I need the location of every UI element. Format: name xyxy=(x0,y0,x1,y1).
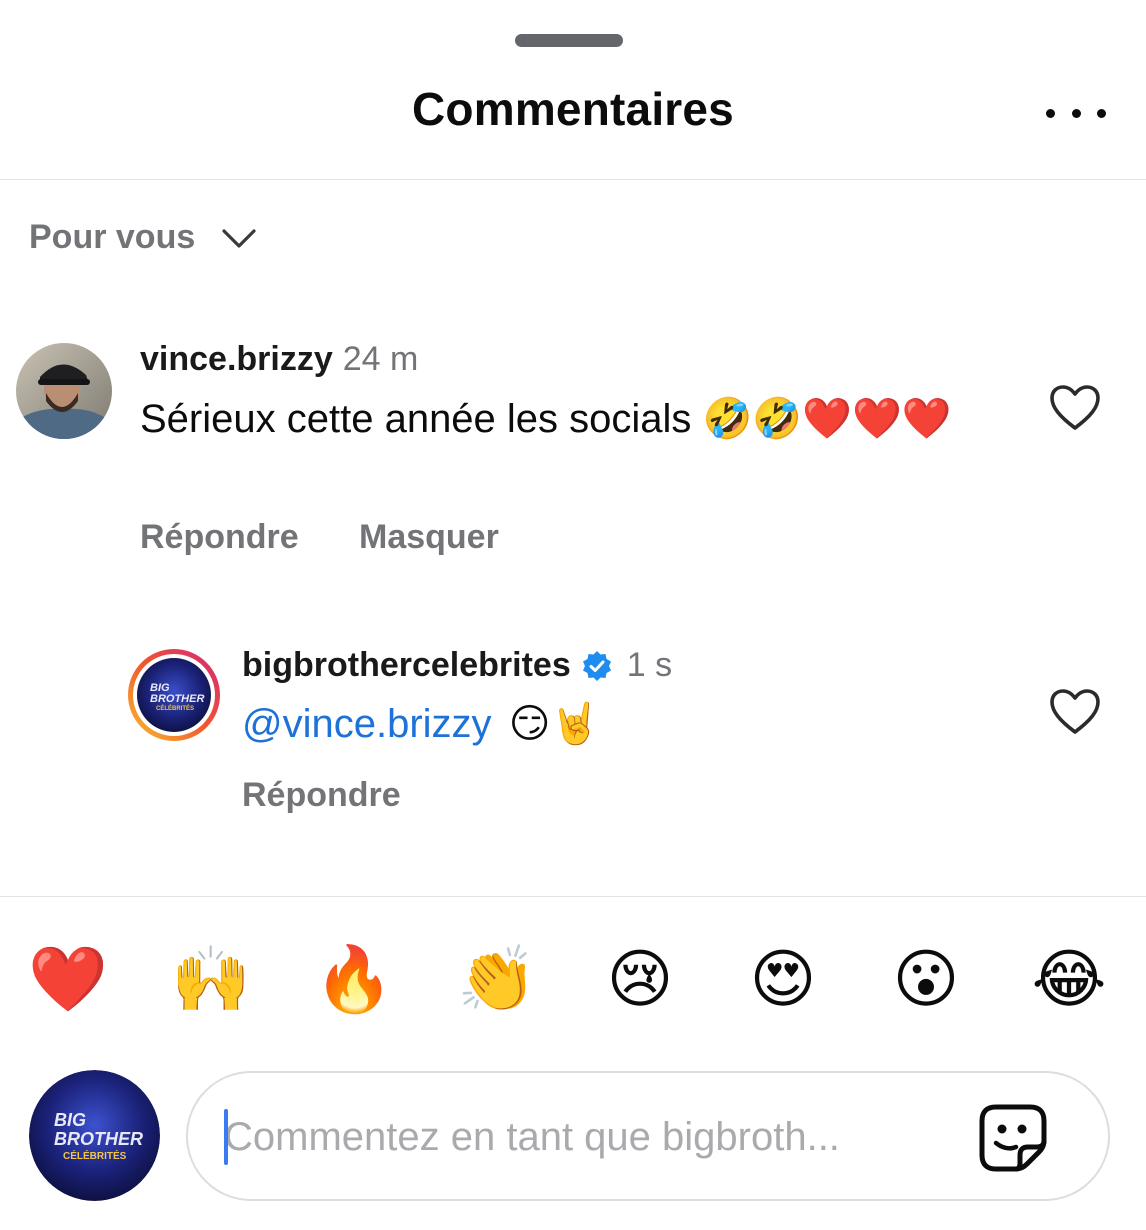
sheet-grabber[interactable] xyxy=(515,34,623,47)
svg-text:CÉLÉBRITÉS: CÉLÉBRITÉS xyxy=(63,1149,127,1162)
hide-button[interactable]: Masquer xyxy=(359,518,499,557)
svg-text:CÉLÉBRITÉS: CÉLÉBRITÉS xyxy=(156,704,194,712)
comment-header: vince.brizzy 24 m xyxy=(140,340,418,379)
reaction-clap[interactable]: 👏 xyxy=(457,940,537,1020)
page-title: Commentaires xyxy=(412,83,734,135)
brand-logo-avatar: BIG BROTHER CÉLÉBRITÉS xyxy=(29,1070,160,1201)
comment-username[interactable]: bigbrothercelebrites xyxy=(242,646,571,685)
reaction-heart[interactable]: ❤️ xyxy=(28,940,108,1020)
reactions-divider xyxy=(0,896,1146,897)
like-heart-icon[interactable] xyxy=(1049,384,1101,432)
comment-header: bigbrothercelebrites 1 s xyxy=(242,646,672,685)
svg-text:BIG: BIG xyxy=(54,1110,86,1130)
reaction-raising-hands[interactable]: 🙌 xyxy=(171,940,251,1020)
sort-dropdown[interactable]: Pour vous xyxy=(29,218,257,257)
sort-label: Pour vous xyxy=(29,218,196,256)
reply-button[interactable]: Répondre xyxy=(140,518,299,557)
comment-username[interactable]: vince.brizzy xyxy=(140,340,333,378)
verified-badge-icon xyxy=(582,650,611,681)
comment-time: 1 s xyxy=(626,646,673,684)
text-caret xyxy=(224,1109,228,1165)
svg-text:BROTHER: BROTHER xyxy=(150,693,204,705)
header-divider xyxy=(0,179,1146,180)
reaction-surprised[interactable]: 😮 xyxy=(886,940,966,1020)
reply-button[interactable]: Répondre xyxy=(242,776,401,815)
reaction-laughing[interactable]: 😂 xyxy=(1029,940,1109,1020)
user-photo xyxy=(16,343,112,439)
comment-emojis: 😏🤘 xyxy=(508,702,601,746)
reaction-crying[interactable]: 😢 xyxy=(600,940,680,1020)
more-options-button[interactable] xyxy=(1046,100,1106,126)
comment-text: Sérieux cette année les socials 🤣🤣❤️❤️❤️ xyxy=(140,397,952,441)
chevron-down-icon xyxy=(222,228,256,248)
composer-avatar[interactable]: BIG BROTHER CÉLÉBRITÉS xyxy=(29,1070,160,1201)
story-ring-avatar: BIG BROTHER CÉLÉBRITÉS xyxy=(128,649,220,741)
comment-time: 24 m xyxy=(342,340,419,378)
like-heart-icon[interactable] xyxy=(1049,688,1101,736)
avatar[interactable] xyxy=(16,343,112,439)
reaction-heart-eyes[interactable]: 😍 xyxy=(743,940,823,1020)
sticker-icon[interactable] xyxy=(978,1103,1048,1173)
avatar[interactable]: BIG BROTHER CÉLÉBRITÉS xyxy=(126,647,222,743)
comment-composer xyxy=(186,1071,1110,1201)
comment-text: @vince.brizzy 😏🤘 xyxy=(242,698,600,750)
mention-link[interactable]: @vince.brizzy xyxy=(242,702,492,746)
more-horizontal-icon xyxy=(1046,108,1055,118)
comment-input[interactable] xyxy=(224,1107,944,1167)
reaction-fire[interactable]: 🔥 xyxy=(314,940,394,1020)
quick-reactions-bar: ❤️ 🙌 🔥 👏 😢 😍 😮 😂 xyxy=(0,940,1146,1030)
svg-text:BROTHER: BROTHER xyxy=(54,1129,143,1149)
comments-sheet: Commentaires Pour vous vince.brizzy 24 m… xyxy=(0,0,1146,1230)
